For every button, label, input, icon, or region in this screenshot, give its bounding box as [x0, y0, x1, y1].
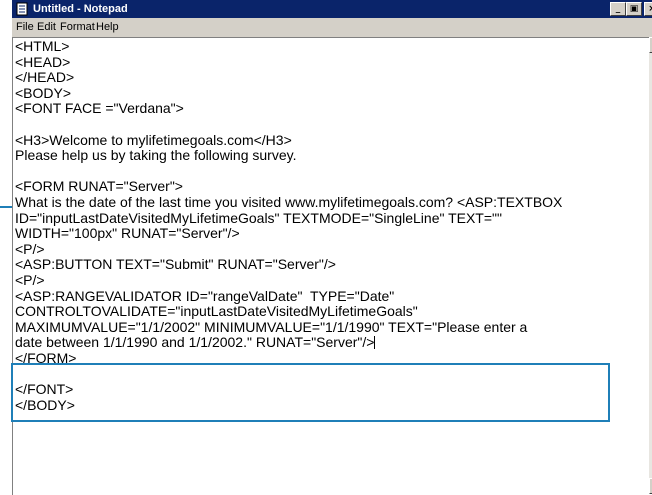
editor-line: </HEAD>	[15, 69, 75, 86]
highlight-callout-box	[11, 363, 610, 422]
editor-line: MAXIMUMVALUE="1/1/2002" MINIMUMVALUE="1/…	[15, 318, 528, 335]
editor-line-with-caret: date between 1/1/1990 and 1/1/2002." RUN…	[15, 334, 562, 351]
editor-line: <H3>Welcome to mylifetimegoals.com</H3>	[15, 131, 292, 148]
callout-connector	[0, 206, 12, 208]
editor-line: <ASP:RANGEVALIDATOR ID="rangeValDate" TY…	[15, 287, 395, 304]
minimize-button[interactable]: _	[610, 2, 626, 16]
editor-lines: <HTML> <HEAD> </HEAD> <BODY> <FONT FACE …	[15, 38, 563, 413]
maximize-icon: ▣	[629, 4, 639, 14]
menu-file[interactable]: File	[16, 21, 34, 34]
notepad-icon	[16, 2, 28, 16]
menu-format[interactable]: Format	[60, 21, 95, 34]
editor-line: WIDTH="100px" RUNAT="Server"/>	[15, 225, 240, 242]
editor-line: CONTROLTOVALIDATE="inputLastDateVisitedM…	[15, 303, 418, 320]
editor-line-text: date between 1/1/1990 and 1/1/2002." RUN…	[15, 334, 375, 351]
editor-line: <P/>	[15, 271, 45, 288]
maximize-button[interactable]: ▣	[626, 2, 642, 16]
editor-line: Please help us by taking the following s…	[15, 147, 297, 164]
editor-line: ID="inputLastDateVisitedMyLifetimeGoals"…	[15, 209, 502, 226]
menu-bar: File Edit Format Help	[12, 18, 652, 36]
minimize-icon: _	[615, 4, 621, 14]
editor-line: <HTML>	[15, 38, 70, 54]
menu-help[interactable]: Help	[96, 21, 119, 34]
editor-line: <ASP:BUTTON TEXT="Submit" RUNAT="Server"…	[15, 256, 336, 273]
editor-line: <BODY>	[15, 84, 72, 101]
editor-line: What is the date of the last time you vi…	[15, 193, 563, 210]
editor-line: <P/>	[15, 240, 45, 257]
menu-edit[interactable]: Edit	[37, 21, 56, 34]
close-button[interactable]: ×	[644, 2, 652, 16]
text-editor[interactable]: <HTML> <HEAD> </HEAD> <BODY> <FONT FACE …	[12, 37, 649, 495]
text-caret	[374, 336, 376, 350]
editor-line: <FONT FACE ="Verdana">	[15, 100, 184, 117]
title-bar[interactable]: Untitled - Notepad _ ▣ ×	[12, 0, 652, 18]
editor-line: <HEAD>	[15, 53, 71, 70]
editor-line: <FORM RUNAT="Server">	[15, 178, 183, 195]
window-title: Untitled - Notepad	[33, 3, 128, 15]
close-icon: ×	[648, 4, 652, 14]
